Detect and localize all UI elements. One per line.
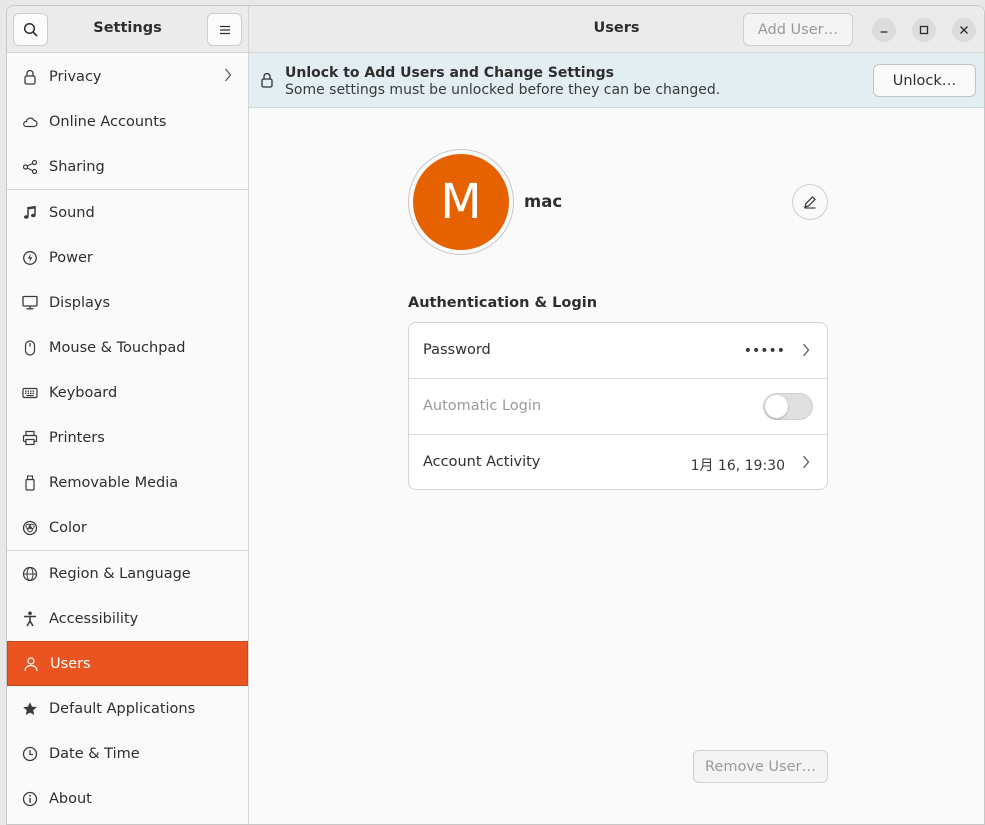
color-icon — [21, 519, 39, 537]
chevron-right-icon — [802, 343, 810, 361]
sidebar-item-color[interactable]: Color — [7, 505, 248, 550]
pencil-icon — [804, 196, 816, 209]
sidebar-item-removable-media[interactable]: Removable Media — [7, 460, 248, 505]
password-label: Password — [423, 342, 491, 358]
password-row[interactable]: Password ••••• — [409, 323, 827, 379]
remove-user-button[interactable]: Remove User… — [693, 750, 828, 783]
sidebar-item-label: Sound — [49, 204, 95, 221]
sidebar: Settings Privacy Online Accounts Sharing — [7, 6, 249, 824]
sidebar-item-default-applications[interactable]: Default Applications — [7, 686, 248, 731]
toggle-knob — [765, 395, 788, 418]
sidebar-item-label: About — [49, 790, 92, 807]
maximize-icon — [919, 25, 929, 35]
music-note-icon — [21, 204, 39, 222]
power-icon — [21, 249, 39, 267]
printer-icon — [21, 429, 39, 447]
hamburger-menu-icon — [219, 25, 230, 34]
sidebar-list: Privacy Online Accounts Sharing Sound Po… — [7, 54, 248, 821]
sidebar-header: Settings — [7, 6, 248, 53]
close-button[interactable] — [952, 18, 976, 42]
removable-media-icon — [21, 474, 39, 492]
star-icon — [21, 700, 39, 718]
sidebar-item-label: Printers — [49, 429, 105, 446]
keyboard-icon — [21, 384, 39, 402]
unlock-infobar: Unlock to Add Users and Change Settings … — [249, 53, 984, 108]
cloud-icon — [21, 113, 39, 131]
globe-icon — [21, 565, 39, 583]
sidebar-item-label: Default Applications — [49, 700, 196, 717]
sidebar-item-label: Date & Time — [49, 745, 140, 762]
chevron-right-icon — [802, 455, 810, 473]
sidebar-item-about[interactable]: About — [7, 776, 248, 821]
avatar-button[interactable]: M — [408, 149, 514, 255]
main-panel: Users Add User… Unlock to Add Users and … — [249, 6, 984, 824]
minimize-icon — [880, 31, 888, 33]
maximize-button[interactable] — [912, 18, 936, 42]
account-activity-value: 1月 16, 19:30 — [690, 458, 785, 474]
infobar-title: Unlock to Add Users and Change Settings — [285, 65, 614, 81]
sidebar-item-label: Color — [49, 519, 87, 536]
sidebar-item-date-time[interactable]: Date & Time — [7, 731, 248, 776]
sidebar-item-label: Keyboard — [49, 384, 118, 401]
sidebar-item-label: Accessibility — [49, 610, 139, 627]
avatar: M — [413, 154, 509, 250]
sidebar-item-label: Mouse & Touchpad — [49, 339, 186, 356]
sidebar-item-label: Sharing — [49, 158, 105, 175]
sidebar-item-power[interactable]: Power — [7, 235, 248, 280]
users-icon — [22, 655, 40, 673]
sidebar-item-printers[interactable]: Printers — [7, 415, 248, 460]
minimize-button[interactable] — [872, 18, 896, 42]
automatic-login-row: Automatic Login — [409, 379, 827, 435]
sidebar-item-privacy[interactable]: Privacy — [7, 54, 248, 99]
close-icon — [960, 26, 968, 34]
username: mac — [524, 192, 563, 211]
section-title: Authentication & Login — [408, 295, 598, 311]
sidebar-item-label: Power — [49, 249, 93, 266]
password-value: ••••• — [743, 343, 785, 359]
main-menu-button[interactable] — [207, 13, 242, 46]
sidebar-item-label: Removable Media — [49, 474, 179, 491]
lock-icon — [21, 68, 39, 86]
add-user-button[interactable]: Add User… — [743, 13, 853, 46]
sidebar-item-label: Users — [50, 655, 91, 672]
infobar-subtitle: Some settings must be unlocked before th… — [285, 82, 721, 98]
sidebar-item-mouse-touchpad[interactable]: Mouse & Touchpad — [7, 325, 248, 370]
lock-icon — [260, 72, 274, 92]
settings-window: Settings Privacy Online Accounts Sharing — [6, 5, 985, 825]
sidebar-item-accessibility[interactable]: Accessibility — [7, 596, 248, 641]
sidebar-item-label: Region & Language — [49, 565, 191, 582]
auth-card: Password ••••• Automatic Login Account A… — [408, 322, 828, 490]
automatic-login-toggle[interactable] — [763, 393, 813, 420]
sidebar-item-keyboard[interactable]: Keyboard — [7, 370, 248, 415]
header-bar: Users Add User… — [249, 6, 984, 53]
account-activity-row[interactable]: Account Activity 1月 16, 19:30 — [409, 435, 827, 489]
clock-icon — [21, 745, 39, 763]
mouse-icon — [21, 339, 39, 357]
sidebar-item-sound[interactable]: Sound — [7, 190, 248, 235]
sidebar-item-region-language[interactable]: Region & Language — [7, 551, 248, 596]
account-activity-label: Account Activity — [423, 454, 541, 470]
sidebar-item-sharing[interactable]: Sharing — [7, 144, 248, 189]
sidebar-item-label: Privacy — [49, 68, 102, 85]
share-icon — [21, 158, 39, 176]
display-icon — [21, 294, 39, 312]
sidebar-item-label: Displays — [49, 294, 111, 311]
automatic-login-label: Automatic Login — [423, 398, 542, 414]
sidebar-item-users[interactable]: Users — [7, 641, 248, 686]
chevron-right-icon — [224, 68, 232, 86]
sidebar-item-displays[interactable]: Displays — [7, 280, 248, 325]
edit-name-button[interactable] — [792, 184, 828, 220]
sidebar-item-online-accounts[interactable]: Online Accounts — [7, 99, 248, 144]
info-icon — [21, 790, 39, 808]
accessibility-icon — [21, 610, 39, 628]
unlock-button[interactable]: Unlock… — [873, 64, 976, 97]
sidebar-item-label: Online Accounts — [49, 113, 167, 130]
